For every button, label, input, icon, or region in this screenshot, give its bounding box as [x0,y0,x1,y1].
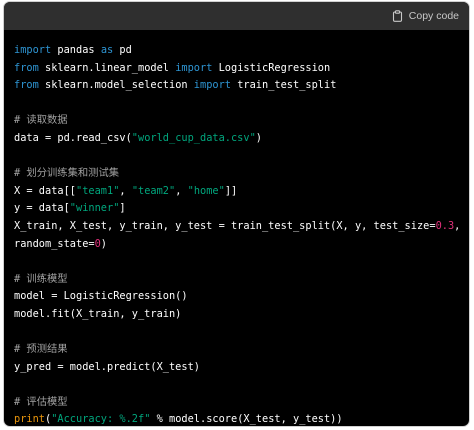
clipboard-icon [392,10,403,22]
code-line: y_pred = model.predict(X_test) [14,359,460,377]
copy-code-button[interactable]: Copy code [392,7,459,25]
string-literal: "Accuracy: %.2f" [51,413,151,426]
code-line: data = pd.read_csv("world_cup_data.csv") [14,130,460,148]
keyword: import [175,61,213,74]
code-content: import pandas as pd from sklearn.linear_m… [14,42,460,426]
code-text: model = LogisticRegression() [14,290,188,303]
code-line: from sklearn.linear_model import Logisti… [14,60,460,78]
code-text: X_train, X_test, y_train, y_test = train… [14,219,436,232]
code-line: import pandas as pd [14,42,460,60]
code-line: random_state=0) [14,236,460,254]
code-line: # 划分训练集和测试集 [14,165,460,183]
keyword: from [14,79,39,92]
code-line: # 读取数据 [14,112,460,130]
code-line: X_train, X_test, y_train, y_test = train… [14,218,460,236]
comment: # 读取数据 [14,114,68,127]
comment: # 划分训练集和测试集 [14,167,120,180]
code-text: pd [113,44,132,56]
code-block: Copy code import pandas as pd from sklear… [4,2,469,426]
code-line: # 训练模型 [14,271,460,289]
code-text: LogisticRegression [212,61,331,74]
keyword: as [100,44,114,56]
number-literal: 0.3 [435,219,455,232]
builtin-function: print [14,413,45,426]
code-text: X = data[[ [14,184,76,197]
code-text: ]] [224,184,238,197]
code-text: sklearn.model_selection [38,79,194,92]
code-text: , [119,184,132,197]
code-text: y_pred = model.predict(X_test) [14,360,200,373]
code-line: model.fit(X_train, y_train) [14,306,460,324]
code-text: ) [255,131,262,144]
code-block-header: Copy code [4,2,469,30]
code-text: y = data[ [14,202,70,215]
keyword: from [14,61,39,74]
code-text: random_state= [14,237,95,250]
string-literal: "home" [187,184,225,197]
code-text: pandas [51,44,101,56]
code-line: X = data[["team1", "team2", "home"]] [14,183,460,201]
code-line: from sklearn.model_selection import trai… [14,77,460,95]
code-text: sklearn.linear_model [38,61,176,74]
code-text: ] [119,202,126,215]
code-line: model = LogisticRegression() [14,288,460,306]
copy-code-label: Copy code [408,10,459,22]
code-text: ) [100,237,107,250]
code-text: , [454,219,461,232]
code-text: data = pd.read_csv( [14,131,132,144]
comment: # 预测结果 [14,343,68,356]
string-literal: "team2" [131,184,176,197]
code-text: model.fit(X_train, y_train) [14,307,182,320]
code-line: print("Accuracy: %.2f" % model.score(X_t… [14,411,460,426]
code-line: y = data["winner"] [14,200,460,218]
code-text: % model.score(X_test, y_test)) [150,413,343,426]
string-literal: "winner" [69,202,120,215]
comment: # 训练模型 [14,272,68,285]
code-line: # 评估模型 [14,394,460,412]
keyword: import [14,44,52,56]
string-literal: "team1" [76,184,120,197]
code-line: # 预测结果 [14,341,460,359]
keyword: import [193,79,231,92]
comment: # 评估模型 [14,395,68,408]
string-literal: "world_cup_data.csv" [131,131,256,144]
code-text: train_test_split [231,79,337,92]
code-text: , [175,184,188,197]
